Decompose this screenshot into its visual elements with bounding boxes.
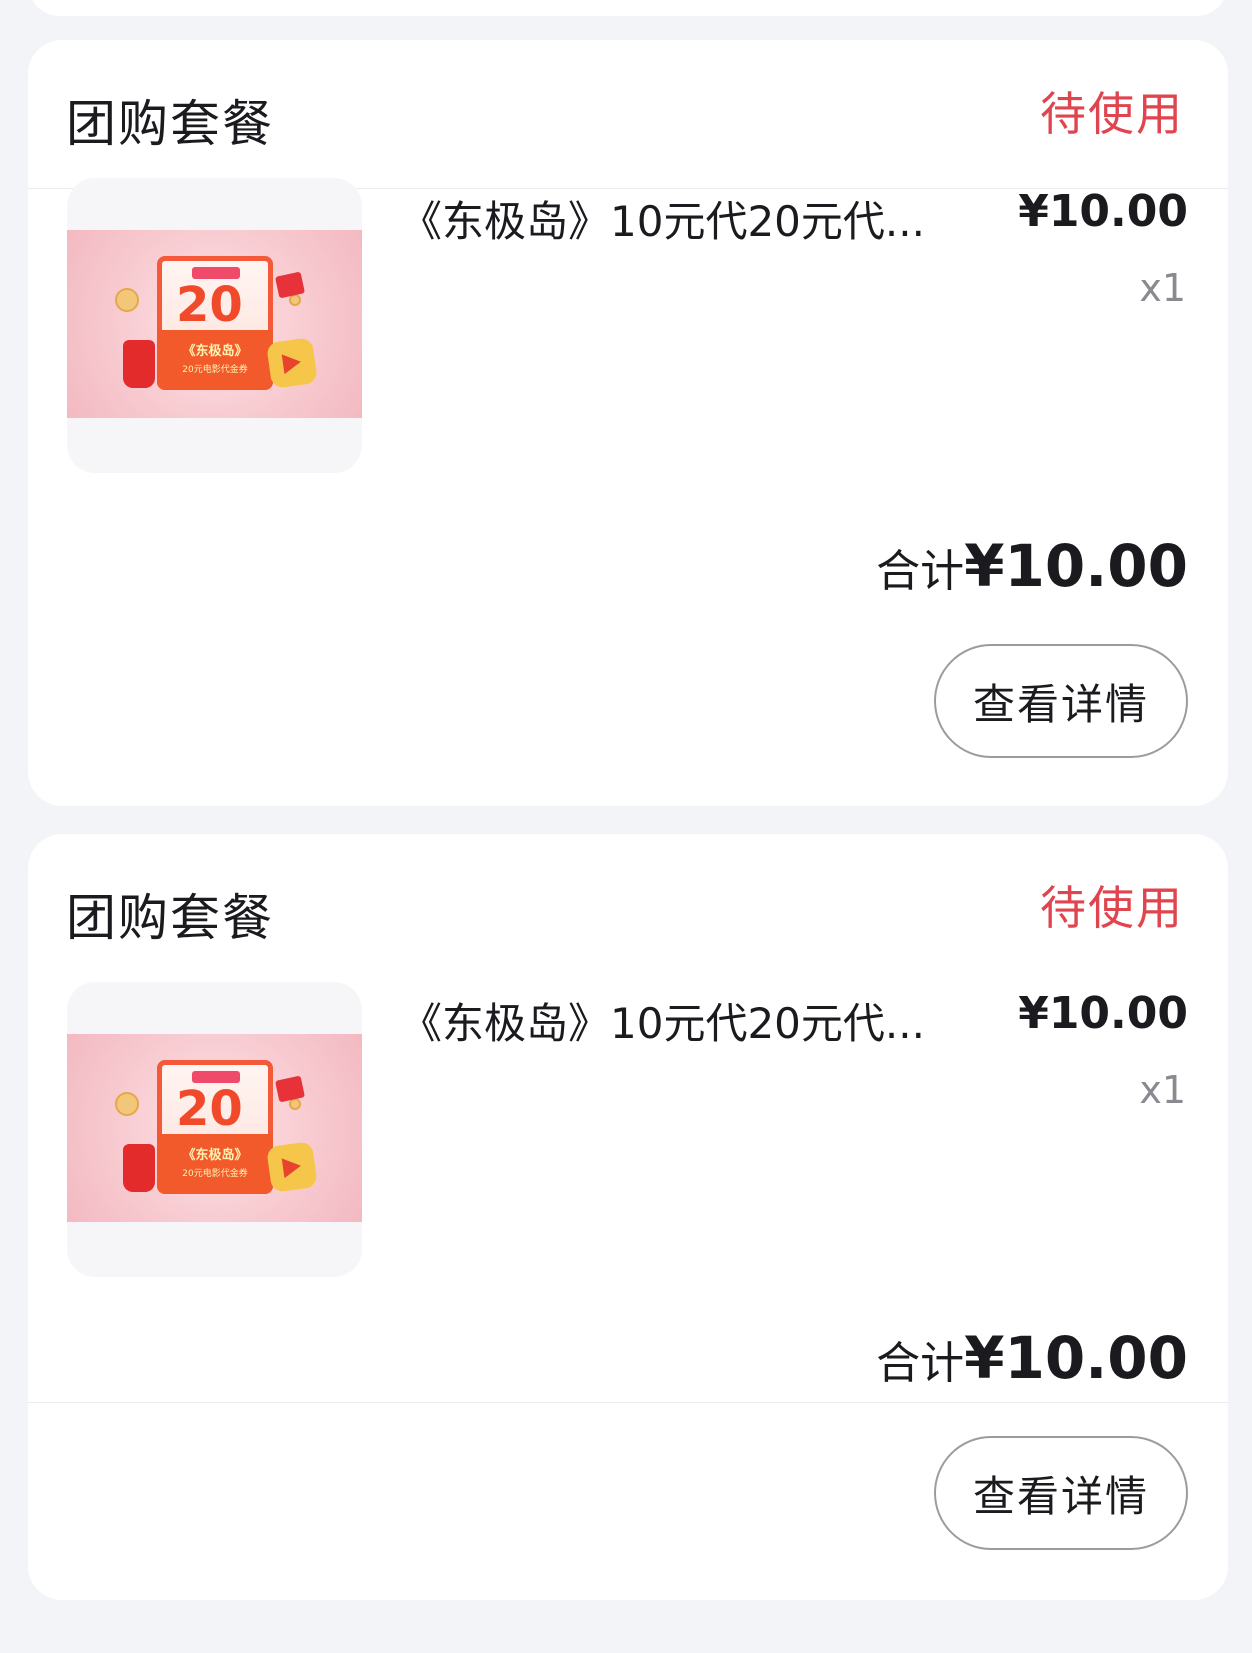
order-type-title: 团购套餐: [66, 889, 274, 947]
product-price: ¥10.00: [1018, 988, 1188, 1039]
coupon-band: 《东极岛》 20元电影代金券: [157, 330, 273, 390]
view-details-button[interactable]: 查看详情: [934, 644, 1188, 758]
previous-order-card: [28, 0, 1228, 16]
coupon-ticket: 20 《东极岛》 20元电影代金券: [157, 1060, 273, 1194]
product-quantity: x1: [1139, 1068, 1186, 1112]
coupon-description: 20元电影代金券: [182, 365, 248, 375]
coin-icon: [115, 288, 139, 312]
coin-icon: [115, 1092, 139, 1116]
coupon-movie-name: 《东极岛》: [182, 1148, 248, 1163]
product-thumbnail[interactable]: 20 《东极岛》 20元电影代金券: [67, 982, 362, 1277]
order-total: 合计 ¥10.00: [876, 1324, 1188, 1392]
total-label: 合计: [876, 1338, 965, 1389]
coupon-value: 20: [176, 1081, 243, 1137]
order-card: 团购套餐 待使用 20 《东极岛》 20元电影代金券 《东极岛》10元代20元代…: [28, 40, 1228, 806]
order-total: 合计 ¥10.00: [876, 532, 1188, 600]
total-amount: ¥10.00: [964, 532, 1188, 600]
card-header: 团购套餐 待使用: [28, 40, 1228, 188]
coupon-description: 20元电影代金券: [182, 1169, 248, 1179]
play-bag-icon: [266, 1141, 318, 1193]
product-thumbnail[interactable]: 20 《东极岛》 20元电影代金券: [67, 178, 362, 473]
coupon-ticket: 20 《东极岛》 20元电影代金券: [157, 256, 273, 390]
red-envelope-icon: [274, 271, 306, 299]
coupon-poster-image: 20 《东极岛》 20元电影代金券: [67, 1034, 362, 1222]
footer-divider: [28, 1402, 1228, 1403]
coupon-movie-name: 《东极岛》: [182, 344, 248, 359]
total-label: 合计: [876, 546, 965, 597]
order-type-title: 团购套餐: [66, 95, 274, 153]
red-envelope-icon: [274, 1075, 306, 1103]
product-quantity: x1: [1139, 266, 1186, 310]
cola-cup-icon: [123, 1144, 155, 1192]
coupon-value: 20: [176, 277, 243, 333]
cola-cup-icon: [123, 340, 155, 388]
order-status: 待使用: [1040, 881, 1184, 935]
order-card: 团购套餐 待使用 20 《东极岛》 20元电影代金券 《东极岛》10元代20元代…: [28, 834, 1228, 1600]
product-name[interactable]: 《东极岛》10元代20元代...: [400, 188, 960, 249]
order-status: 待使用: [1040, 87, 1184, 141]
product-price: ¥10.00: [1018, 186, 1188, 237]
coupon-band: 《东极岛》 20元电影代金券: [157, 1134, 273, 1194]
product-name[interactable]: 《东极岛》10元代20元代...: [400, 990, 960, 1051]
total-amount: ¥10.00: [964, 1324, 1188, 1392]
coupon-poster-image: 20 《东极岛》 20元电影代金券: [67, 230, 362, 418]
play-bag-icon: [266, 337, 318, 389]
card-header: 团购套餐 待使用: [28, 834, 1228, 982]
view-details-button[interactable]: 查看详情: [934, 1436, 1188, 1550]
